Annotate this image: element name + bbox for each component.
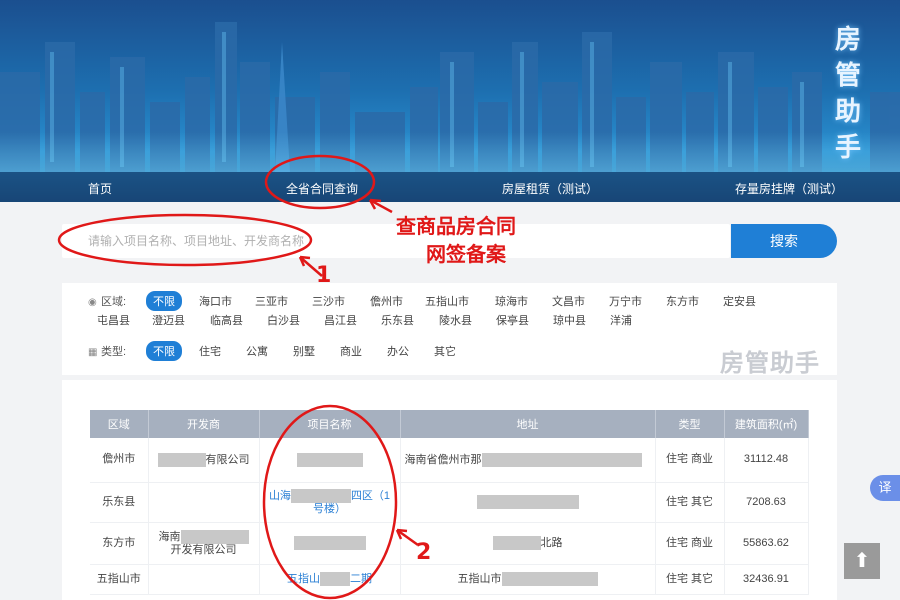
cell-developer: 海南 开发有限公司 xyxy=(148,522,260,565)
column-header[interactable]: 类型 xyxy=(655,410,725,438)
region-chip[interactable]: 定安县 xyxy=(723,293,756,309)
annotation-marker-2: 2 xyxy=(416,540,432,565)
column-header[interactable]: 项目名称 xyxy=(259,410,401,438)
cell-region: 儋州市 xyxy=(90,438,149,483)
cell-type: 住宅 商业 xyxy=(655,438,725,483)
cell-type: 住宅 其它 xyxy=(655,564,725,595)
redacted-block xyxy=(290,488,351,503)
redacted-block xyxy=(296,452,363,467)
region-chip[interactable]: 陵水县 xyxy=(439,312,472,328)
skyline-glow xyxy=(0,132,900,172)
annotation-title-line1: 查商品房合同 xyxy=(396,214,516,238)
region-chip[interactable]: 澄迈县 xyxy=(152,312,185,328)
brand-title: 房管助手 xyxy=(834,25,861,163)
redacted-block xyxy=(501,572,598,586)
cell-project[interactable]: 山海 四区（1号楼） xyxy=(259,482,401,523)
redacted-block xyxy=(320,572,350,586)
type-chip[interactable]: 商业 xyxy=(340,343,362,359)
type-chip[interactable]: 其它 xyxy=(434,343,456,359)
cell-address: 北路 xyxy=(400,522,656,565)
cell-developer xyxy=(148,564,260,595)
table-row[interactable]: 乐东县 山海 四区（1号楼） 住宅 其它 7208.63 xyxy=(90,482,809,523)
cell-area: 31112.48 xyxy=(724,438,809,483)
region-chip[interactable]: 五指山市 xyxy=(425,293,469,309)
table-header-row: 区域 开发商 项目名称 地址 类型 建筑面积(㎡) xyxy=(90,410,809,438)
location-pin-icon: ◉ xyxy=(88,297,97,308)
type-chip[interactable]: 别墅 xyxy=(293,343,315,359)
cell-region: 五指山市 xyxy=(90,564,149,595)
results-panel: 区域 开发商 项目名称 地址 类型 建筑面积(㎡) 儋州市 有限公司 海南省儋州… xyxy=(62,380,837,600)
region-chip[interactable]: 万宁市 xyxy=(609,293,642,309)
region-chip-all[interactable]: 不限 xyxy=(146,291,182,311)
column-header[interactable]: 开发商 xyxy=(148,410,260,438)
nav-rental[interactable]: 房屋租赁（测试） xyxy=(502,180,598,197)
region-chip[interactable]: 三沙市 xyxy=(312,293,345,309)
cell-project[interactable] xyxy=(259,522,401,565)
type-chip[interactable]: 公寓 xyxy=(246,343,268,359)
search-button[interactable]: 搜索 xyxy=(731,224,837,258)
cell-type: 住宅 商业 xyxy=(655,522,725,565)
region-chip[interactable]: 琼海市 xyxy=(495,293,528,309)
column-header[interactable]: 建筑面积(㎡) xyxy=(724,410,809,438)
column-header[interactable]: 区域 xyxy=(90,410,149,438)
region-chip[interactable]: 文昌市 xyxy=(552,293,585,309)
table-row[interactable]: 五指山市 五指山 二期 五指山市 住宅 其它 32436.91 xyxy=(90,564,809,595)
region-chip[interactable]: 乐东县 xyxy=(381,312,414,328)
region-chip[interactable]: 白沙县 xyxy=(267,312,300,328)
cell-area: 32436.91 xyxy=(724,564,809,595)
region-chip[interactable]: 海口市 xyxy=(199,293,232,309)
back-to-top-icon[interactable]: ⬆ xyxy=(844,543,880,579)
region-chip[interactable]: 洋浦 xyxy=(610,312,632,328)
cell-type: 住宅 其它 xyxy=(655,482,725,523)
cell-address xyxy=(400,482,656,523)
cell-area: 7208.63 xyxy=(724,482,809,523)
type-chip[interactable]: 办公 xyxy=(387,343,409,359)
cell-address: 五指山市 xyxy=(400,564,656,595)
cell-developer: 有限公司 xyxy=(148,438,260,483)
type-chip[interactable]: 住宅 xyxy=(199,343,221,359)
region-chip[interactable]: 三亚市 xyxy=(255,293,288,309)
type-chip-all[interactable]: 不限 xyxy=(146,341,182,361)
type-filter-label: ▦ 类型: xyxy=(88,343,126,359)
redacted-block xyxy=(476,495,579,509)
redacted-block xyxy=(180,529,249,544)
translate-icon[interactable]: 译 xyxy=(870,475,900,501)
table-row[interactable]: 东方市 海南 开发有限公司 北路 住宅 商业 55863.62 xyxy=(90,522,809,565)
table-row[interactable]: 儋州市 有限公司 海南省儋州市那 住宅 商业 31112.48 xyxy=(90,438,809,483)
cell-project[interactable]: 五指山 二期 xyxy=(259,564,401,595)
region-chip[interactable]: 临高县 xyxy=(210,312,243,328)
main-nav: 首页 全省合同查询 房屋租赁（测试） 存量房挂牌（测试） xyxy=(0,172,900,202)
cell-project[interactable] xyxy=(259,438,401,483)
region-chip[interactable]: 屯昌县 xyxy=(97,312,130,328)
nav-home[interactable]: 首页 xyxy=(88,180,112,197)
region-chip[interactable]: 琼中县 xyxy=(553,312,586,328)
grid-icon: ▦ xyxy=(88,347,98,358)
cell-region: 乐东县 xyxy=(90,482,149,523)
redacted-block xyxy=(157,452,206,467)
header-banner: 房管助手 首页 全省合同查询 房屋租赁（测试） 存量房挂牌（测试） xyxy=(0,0,900,202)
results-table: 区域 开发商 项目名称 地址 类型 建筑面积(㎡) 儋州市 有限公司 海南省儋州… xyxy=(90,410,809,595)
redacted-block xyxy=(481,452,642,467)
cell-developer xyxy=(148,482,260,523)
nav-contract-query[interactable]: 全省合同查询 xyxy=(286,180,358,197)
column-header[interactable]: 地址 xyxy=(400,410,656,438)
annotation-title-line2: 网签备案 xyxy=(426,242,506,266)
watermark-brand: 房管助手 xyxy=(720,349,820,377)
region-chip[interactable]: 昌江县 xyxy=(324,312,357,328)
region-chip[interactable]: 东方市 xyxy=(666,293,699,309)
redacted-block xyxy=(492,536,541,550)
annotation-marker-1: 1 xyxy=(316,263,332,288)
region-label-text: 区域: xyxy=(101,296,127,308)
region-filter-label: ◉ 区域: xyxy=(88,293,126,309)
type-label-text: 类型: xyxy=(101,346,127,358)
nav-listing[interactable]: 存量房挂牌（测试） xyxy=(735,180,843,197)
region-chip[interactable]: 儋州市 xyxy=(370,293,403,309)
cell-address: 海南省儋州市那 xyxy=(400,438,656,483)
redacted-block xyxy=(293,536,366,550)
cell-region: 东方市 xyxy=(90,522,149,565)
region-chip[interactable]: 保亭县 xyxy=(496,312,529,328)
cell-area: 55863.62 xyxy=(724,522,809,565)
